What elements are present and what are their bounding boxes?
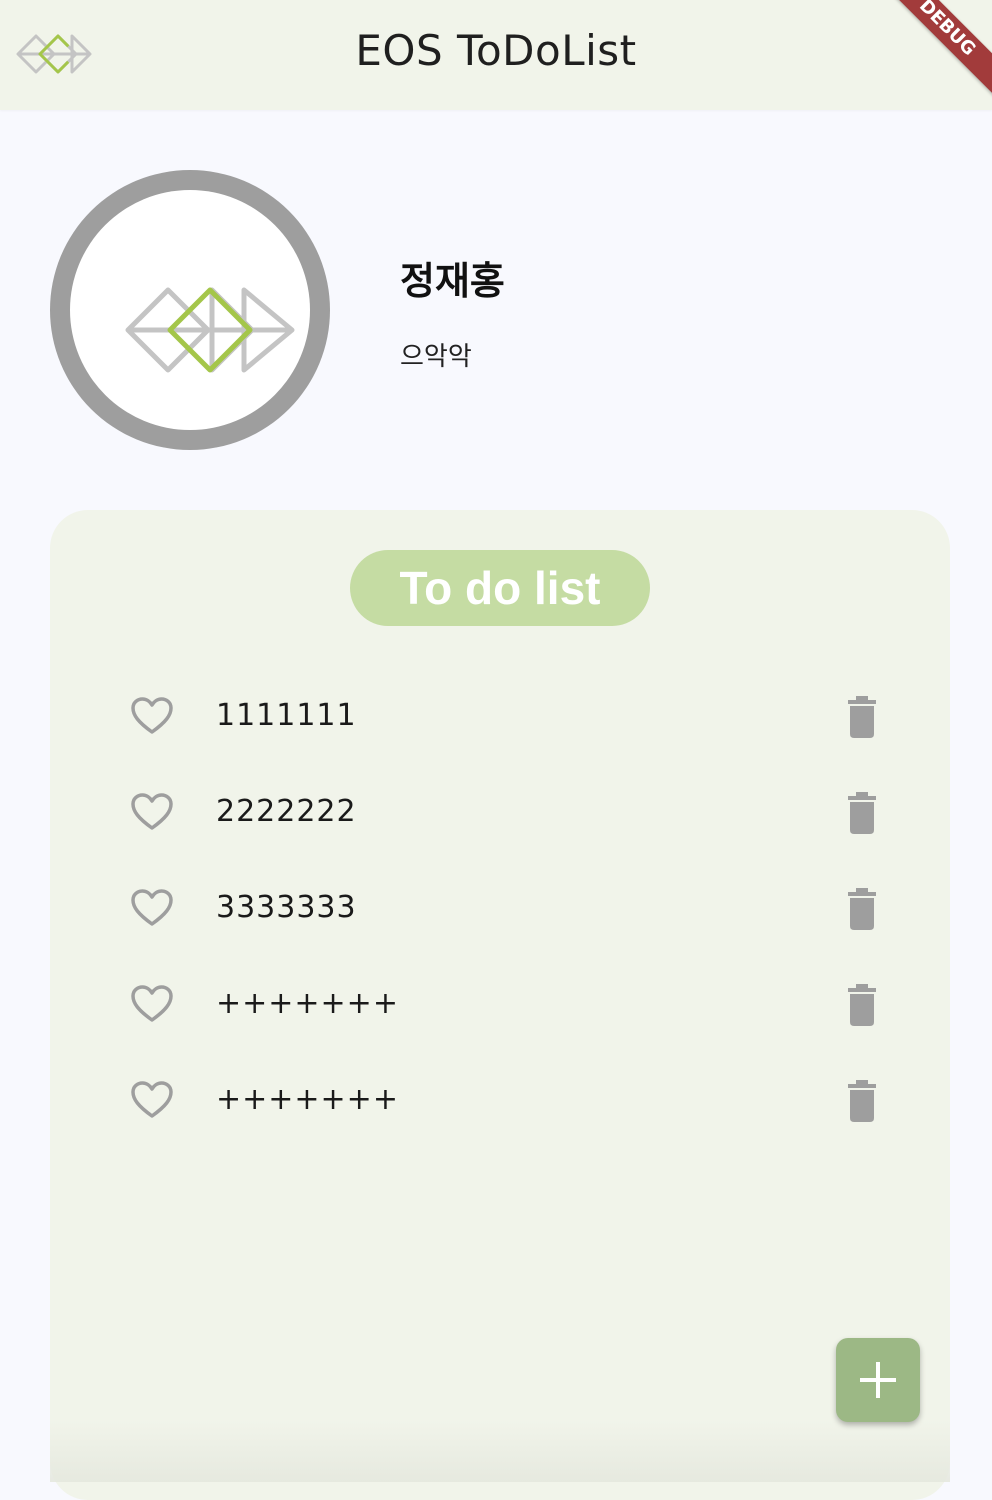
todo-list: 1111111 2222222 3333333 +++++++ +++++++ [50,670,950,1150]
eos-diamond-logo-icon [125,287,295,373]
todo-item-text: 1111111 [216,698,357,733]
todo-item-text: +++++++ [216,1082,399,1117]
heart-outline-icon[interactable] [130,1080,174,1120]
heart-outline-icon[interactable] [130,792,174,832]
heart-outline-icon[interactable] [130,984,174,1024]
todo-item[interactable]: +++++++ [50,958,950,1054]
heart-outline-icon[interactable] [130,696,174,736]
todo-item[interactable]: +++++++ [50,1054,950,1150]
trash-icon[interactable] [846,696,878,738]
profile-name: 정재홍 [400,259,505,303]
app-title: EOS ToDoList [355,26,637,75]
app-bar: EOS ToDoList DEBUG [0,0,992,110]
todo-list-header: To do list [350,550,650,626]
todo-item[interactable]: 1111111 [50,670,950,766]
profile-status: 으악악 [400,342,472,372]
todo-item[interactable]: 2222222 [50,766,950,862]
todo-panel: To do list 1111111 2222222 3333333 +++++… [50,510,950,1500]
trash-icon[interactable] [846,1080,878,1122]
add-todo-button[interactable] [836,1338,920,1422]
trash-icon[interactable] [846,888,878,930]
trash-icon[interactable] [846,792,878,834]
todo-item-text: 2222222 [216,794,357,829]
todo-item-text: 3333333 [216,890,357,925]
plus-icon [860,1362,896,1398]
avatar-inner [70,190,310,430]
avatar[interactable] [50,170,330,450]
trash-icon[interactable] [846,984,878,1026]
todo-item-text: +++++++ [216,986,399,1021]
heart-outline-icon[interactable] [130,888,174,928]
todo-item[interactable]: 3333333 [50,862,950,958]
